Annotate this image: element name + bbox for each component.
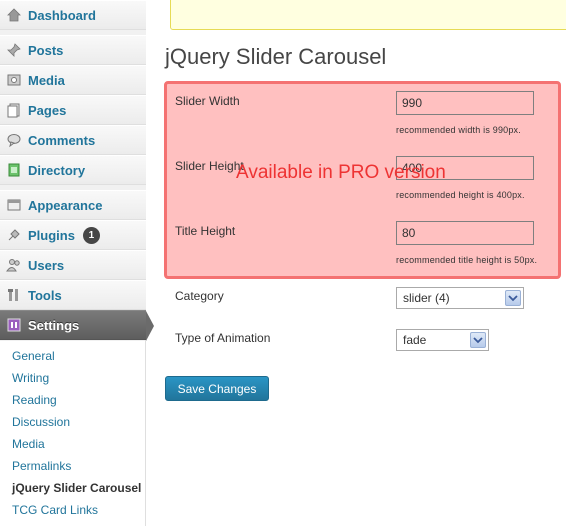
admin-sidebar: Dashboard Posts Media Pages Comments Dir… [0,0,154,526]
submenu-item-jquery-slider-carousel[interactable]: jQuery Slider Carousel [12,481,141,495]
dashboard-icon [7,8,21,22]
settings-submenu: General Writing Reading Discussion Media… [0,341,146,526]
update-count-badge: 1 [82,226,100,244]
sidebar-item-label: Users [28,257,65,273]
notice-bar [170,0,566,30]
sidebar-item-label: Appearance [28,197,103,213]
sidebar-item-plugins[interactable]: Plugins 1 [0,220,146,250]
page-title: jQuery Slider Carousel [165,44,387,69]
slider-height-label: Slider Height [175,159,244,173]
category-label: Category [175,289,224,303]
title-height-input[interactable] [396,221,534,245]
sidebar-item-label: Tools [28,287,62,303]
pages-icon [7,103,20,118]
tools-icon [8,289,18,301]
submenu-item-discussion[interactable]: Discussion [12,415,70,429]
slider-height-input[interactable] [396,156,534,180]
pin-icon [7,43,21,57]
sidebar-item-label: Directory [28,162,86,178]
sidebar-item-settings[interactable]: Settings [0,310,146,340]
sidebar-item-dashboard[interactable]: Dashboard [0,0,146,30]
directory-icon [8,163,20,177]
submenu-item-writing[interactable]: Writing [12,371,49,385]
category-select[interactable]: slider (4) [396,287,524,309]
animation-selected-value: fade [403,333,427,347]
submenu-item-reading[interactable]: Reading [12,393,57,407]
sidebar-item-pages[interactable]: Pages [0,95,146,125]
slider-height-hint: recommended height is 400px. [396,190,525,200]
category-selected-value: slider (4) [403,291,450,305]
animation-type-select[interactable]: fade [396,329,489,351]
sidebar-item-label: Dashboard [28,7,96,23]
appearance-icon [7,199,21,211]
slider-width-label: Slider Width [175,94,240,108]
active-menu-arrow [146,311,154,341]
comment-icon [7,134,21,148]
sidebar-item-label: Comments [28,132,96,148]
sidebar-item-comments[interactable]: Comments [0,125,146,155]
sidebar-item-users[interactable]: Users [0,250,146,280]
chevron-down-icon [505,290,521,306]
slider-width-hint: recommended width is 990px. [396,125,521,135]
submenu-item-permalinks[interactable]: Permalinks [12,459,71,473]
sidebar-item-tools[interactable]: Tools [0,280,146,310]
sidebar-item-label: Settings [28,317,80,333]
animation-type-label: Type of Animation [175,331,271,345]
submenu-item-tcg-card-links[interactable]: TCG Card Links [12,503,98,517]
users-icon [6,259,20,272]
sidebar-item-directory[interactable]: Directory [0,155,146,185]
sidebar-item-posts[interactable]: Posts [0,35,146,65]
submenu-item-general[interactable]: General [12,349,55,363]
slider-width-input[interactable] [396,91,534,115]
sidebar-item-media[interactable]: Media [0,65,146,95]
save-changes-button[interactable]: Save Changes [165,376,269,401]
sidebar-item-appearance[interactable]: Appearance [0,190,146,220]
plugin-icon [8,229,20,241]
title-height-hint: recommended title height is 50px. [396,255,538,265]
sidebar-item-label: Media [28,72,65,88]
title-height-label: Title Height [175,224,236,238]
sidebar-item-label: Plugins [28,227,75,243]
settings-icon [7,318,21,332]
submenu-item-media[interactable]: Media [12,437,45,451]
chevron-down-icon [470,332,486,348]
sidebar-item-label: Posts [28,42,64,58]
media-icon [7,74,21,86]
sidebar-item-label: Pages [28,102,67,118]
